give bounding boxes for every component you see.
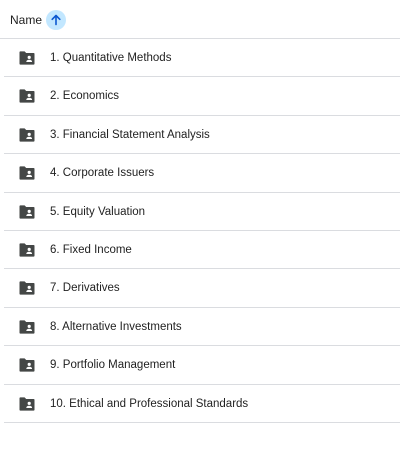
arrow-up-icon[interactable] — [46, 10, 67, 30]
list-item-label: 5. Equity Valuation — [50, 205, 146, 218]
list-item[interactable]: 2. Economics — [4, 77, 400, 116]
shared-folder-icon — [19, 358, 35, 372]
list-item-label: 8. Alternative Investments — [50, 320, 182, 333]
list-item[interactable]: 3. Financial Statement Analysis — [4, 116, 400, 155]
sort-by-name-button[interactable]: Name — [10, 10, 67, 30]
list-item-label: 3. Financial Statement Analysis — [50, 128, 210, 141]
shared-folder-icon — [19, 281, 35, 295]
shared-folder-icon — [19, 166, 35, 180]
shared-folder-icon — [19, 51, 35, 65]
shared-folder-icon — [19, 320, 35, 334]
folder-list: 1. Quantitative Methods 2. Economics 3. … — [4, 39, 400, 423]
list-item-label: 9. Portfolio Management — [50, 359, 176, 372]
list-item-label: 6. Fixed Income — [50, 243, 132, 256]
list-item[interactable]: 9. Portfolio Management — [4, 346, 400, 385]
list-item[interactable]: 10. Ethical and Professional Standards — [4, 385, 400, 423]
shared-folder-icon — [19, 128, 35, 142]
shared-folder-icon — [19, 89, 35, 103]
sort-label: Name — [10, 13, 43, 27]
list-item[interactable]: 7. Derivatives — [4, 269, 400, 308]
list-item-label: 1. Quantitative Methods — [50, 52, 172, 64]
list-item-label: 4. Corporate Issuers — [50, 167, 155, 180]
list-item-label: 10. Ethical and Professional Standards — [50, 397, 249, 410]
shared-folder-icon — [19, 396, 35, 411]
shared-folder-icon — [19, 243, 35, 257]
list-item-label: 7. Derivatives — [50, 282, 120, 295]
list-item[interactable]: 4. Corporate Issuers — [4, 154, 400, 193]
list-item[interactable]: 5. Equity Valuation — [4, 193, 400, 231]
list-item[interactable]: 1. Quantitative Methods — [4, 39, 400, 78]
list-item[interactable]: 6. Fixed Income — [4, 231, 400, 270]
list-item[interactable]: 8. Alternative Investments — [4, 308, 400, 347]
list-item-label: 2. Economics — [50, 90, 120, 103]
list-header: Name — [0, 0, 400, 39]
shared-folder-icon — [19, 204, 35, 219]
